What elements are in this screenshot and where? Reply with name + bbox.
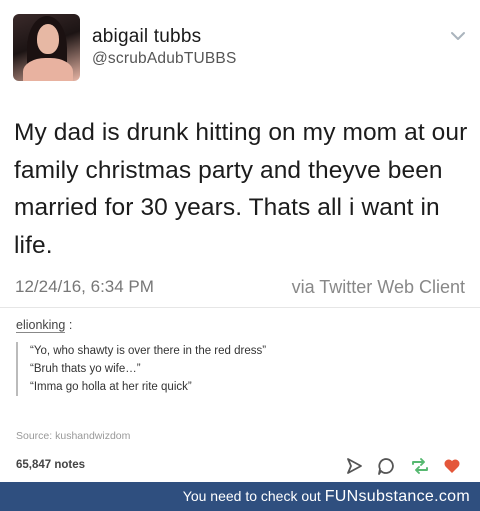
heart-icon[interactable] <box>442 456 462 476</box>
banner-text: You need to check out FUNsubstance.com <box>183 488 470 506</box>
notes-bar: 65,847 notes <box>0 449 480 482</box>
avatar[interactable] <box>13 14 80 81</box>
reblog-icon[interactable] <box>410 456 430 476</box>
reblog-username[interactable]: elionking : <box>16 318 73 333</box>
divider <box>0 307 480 308</box>
tweet-client: via Twitter Web Client <box>291 277 465 297</box>
reblog-quote: “Yo, who shawty is over there in the red… <box>16 342 456 396</box>
reblog-username-colon: : <box>68 318 73 332</box>
tweet-card: abigail tubbs @scrubAdubTUBBS My dad is … <box>0 0 480 315</box>
quote-line: “Yo, who shawty is over there in the red… <box>30 345 267 357</box>
banner-message: You need to check out <box>182 488 321 504</box>
user-handle[interactable]: @scrubAdubTUBBS <box>92 50 237 68</box>
quote-line: “Imma go holla at her rite quick” <box>30 381 192 393</box>
chevron-down-icon[interactable] <box>449 29 467 43</box>
footer-banner[interactable]: You need to check out FUNsubstance.com <box>0 482 480 511</box>
display-name[interactable]: abigail tubbs <box>92 26 201 48</box>
reply-icon[interactable] <box>376 456 396 476</box>
tweet-timestamp[interactable]: 12/24/16, 6:34 PM <box>15 277 154 297</box>
share-icon[interactable] <box>344 456 364 476</box>
quote-line: “Bruh thats yo wife…” <box>30 363 141 375</box>
notes-count[interactable]: 65,847 notes <box>16 459 85 471</box>
post-source[interactable]: Source: kushandwizdom <box>16 430 130 442</box>
reblog-post: elionking : “Yo, who shawty is over ther… <box>0 310 480 482</box>
tweet-text: My dad is drunk hitting on my mom at our… <box>14 119 468 259</box>
banner-brand[interactable]: FUNsubstance.com <box>325 488 470 505</box>
reblog-username-link[interactable]: elionking <box>16 318 66 333</box>
